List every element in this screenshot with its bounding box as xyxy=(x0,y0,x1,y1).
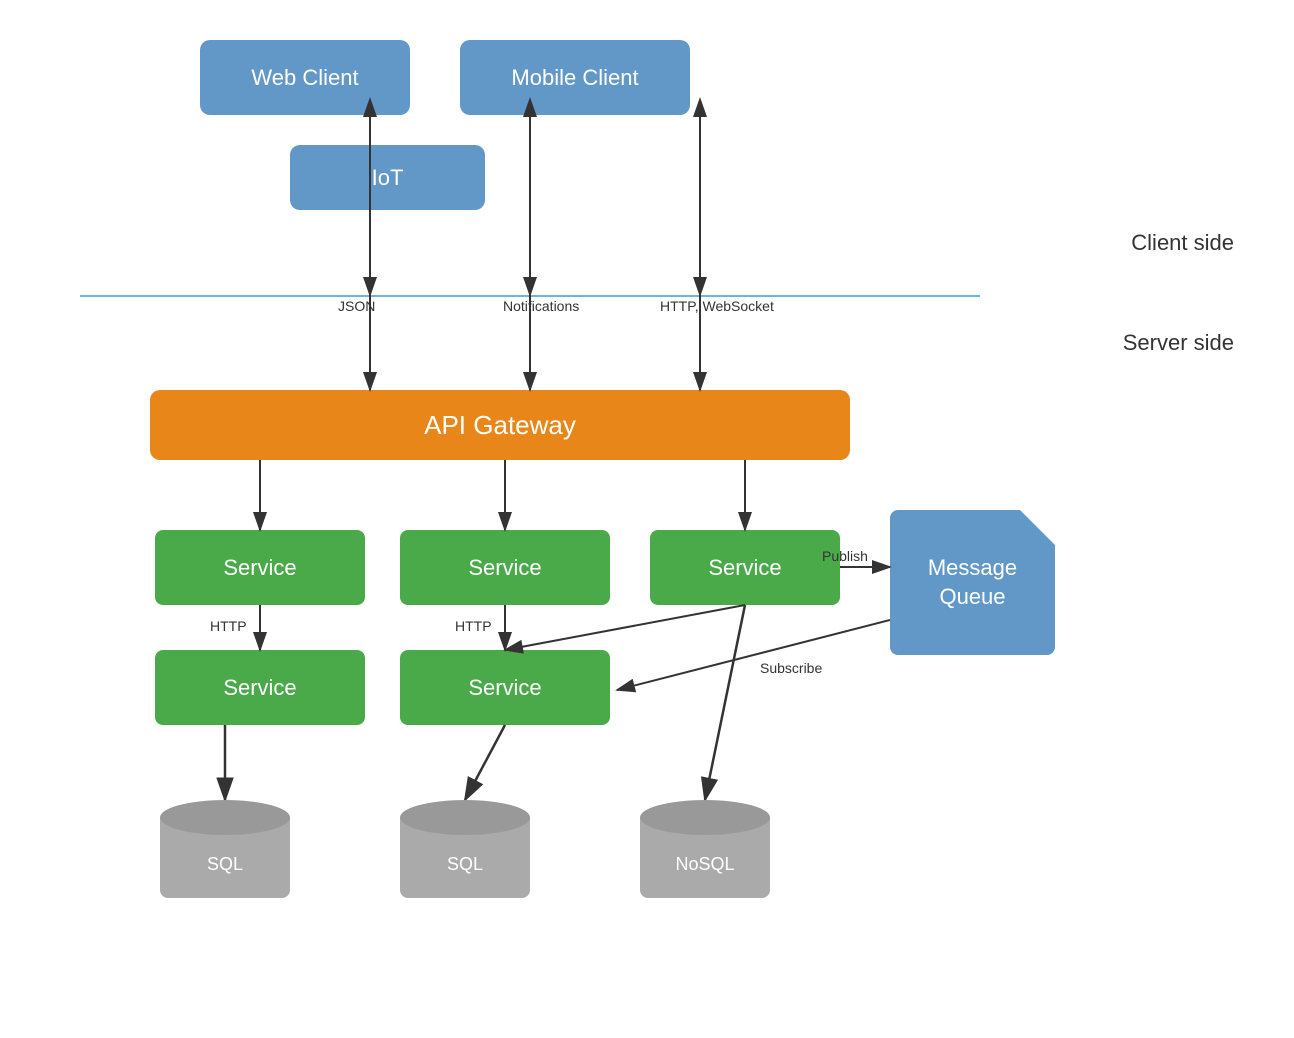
service-label-4: Service xyxy=(468,675,541,701)
db-top-1 xyxy=(160,800,290,835)
mobile-client-box: Mobile Client xyxy=(460,40,690,115)
client-side-label: Client side xyxy=(1131,230,1234,256)
db-label-3: NoSQL xyxy=(675,854,734,875)
http-label-1: HTTP xyxy=(210,618,247,634)
db-cylinder-2: SQL xyxy=(400,800,530,898)
database-1: SQL xyxy=(160,800,290,898)
notifications-label: Notifications xyxy=(503,298,579,314)
http-label-2: HTTP xyxy=(455,618,492,634)
service-box-4: Service xyxy=(400,650,610,725)
db-top-3 xyxy=(640,800,770,835)
db-label-1: SQL xyxy=(207,854,243,875)
service5-to-service4-arrow xyxy=(505,605,745,650)
service-label-1: Service xyxy=(223,555,296,581)
database-2: SQL xyxy=(400,800,530,898)
service5-to-db3-arrow xyxy=(705,605,745,800)
service-label-3: Service xyxy=(468,555,541,581)
db-cylinder-3: NoSQL xyxy=(640,800,770,898)
db-cylinder-1: SQL xyxy=(160,800,290,898)
db-top-2 xyxy=(400,800,530,835)
publish-label: Publish xyxy=(822,548,868,564)
subscribe-label: Subscribe xyxy=(760,660,822,676)
database-3: NoSQL xyxy=(640,800,770,898)
mq-to-service4-arrow xyxy=(617,620,890,690)
json-label: JSON xyxy=(338,298,375,314)
web-client-label: Web Client xyxy=(251,65,358,91)
web-client-box: Web Client xyxy=(200,40,410,115)
service-box-2: Service xyxy=(155,650,365,725)
iot-box: IoT xyxy=(290,145,485,210)
service-label-5: Service xyxy=(708,555,781,581)
service-box-3: Service xyxy=(400,530,610,605)
db-label-2: SQL xyxy=(447,854,483,875)
message-queue-label: MessageQueue xyxy=(928,554,1017,611)
server-side-label: Server side xyxy=(1123,330,1234,356)
diagram-container: Client side Server side Web Client Mobil… xyxy=(0,0,1294,1038)
mobile-client-label: Mobile Client xyxy=(511,65,638,91)
message-queue-box: MessageQueue xyxy=(890,510,1055,655)
service-box-5: Service xyxy=(650,530,840,605)
api-gateway-box: API Gateway xyxy=(150,390,850,460)
service-box-1: Service xyxy=(155,530,365,605)
iot-label: IoT xyxy=(372,165,404,191)
client-server-divider xyxy=(80,295,980,297)
http-ws-label: HTTP, WebSocket xyxy=(660,298,774,314)
service-label-2: Service xyxy=(223,675,296,701)
service4-to-db2-arrow xyxy=(465,725,505,800)
api-gateway-label: API Gateway xyxy=(424,410,576,441)
